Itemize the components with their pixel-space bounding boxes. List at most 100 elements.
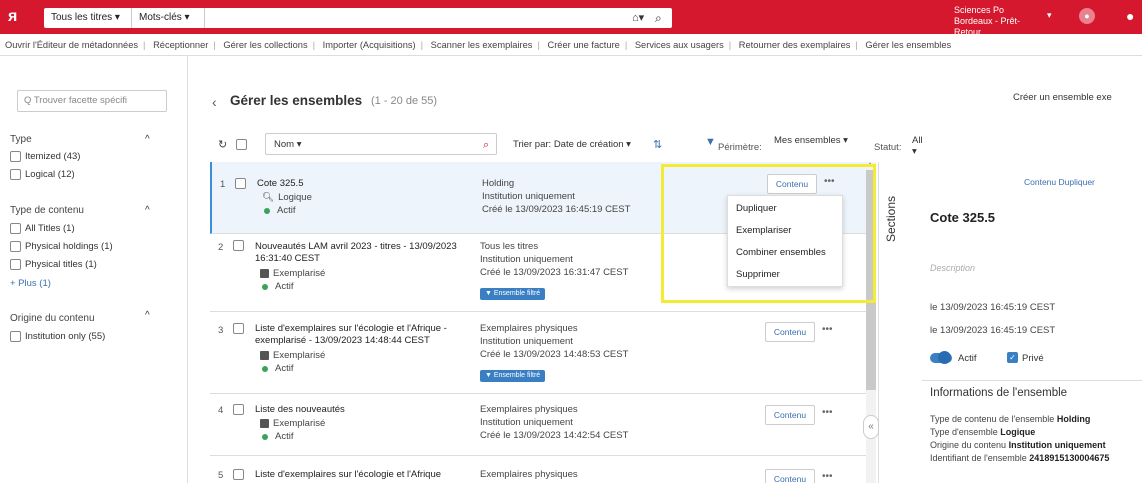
row-checkbox[interactable] bbox=[233, 469, 244, 480]
collapse-pane-icon[interactable]: « bbox=[863, 415, 879, 439]
set-name-link[interactable]: Nouveautés LAM avril 2023 - titres - 13/… bbox=[255, 241, 460, 265]
status-dropdown[interactable]: All ▾ bbox=[912, 135, 923, 157]
user-icon[interactable]: ● bbox=[1126, 8, 1134, 24]
content-button[interactable]: Contenu bbox=[765, 469, 815, 483]
filter-icon[interactable]: ▼ bbox=[705, 136, 716, 148]
chevron-down-icon[interactable]: ▾ bbox=[1047, 10, 1052, 21]
facet-item[interactable]: Logical (12) bbox=[10, 169, 75, 180]
itemized-icon bbox=[260, 419, 269, 428]
facet-group-type[interactable]: Type bbox=[10, 134, 32, 145]
set-name-link[interactable]: Liste d'exemplaires sur l'écologie et l'… bbox=[255, 323, 460, 347]
filtered-set-badge: ▼ Ensemble filtré bbox=[480, 370, 546, 382]
row-number: 3 bbox=[218, 325, 224, 336]
search-icon[interactable]: ⌕ bbox=[655, 8, 662, 28]
detail-actions[interactable]: Contenu Dupliquer bbox=[1024, 177, 1095, 187]
scope-dropdown[interactable]: Mes ensembles ▾ bbox=[774, 135, 848, 146]
set-origin: Institution uniquement bbox=[482, 191, 575, 202]
more-actions-icon[interactable]: ••• bbox=[822, 471, 833, 482]
active-toggle[interactable] bbox=[930, 351, 952, 364]
set-type-label: Exemplarisé bbox=[273, 418, 326, 429]
name-field-dropdown[interactable]: Nom ▾ bbox=[274, 139, 301, 150]
name-search-input[interactable]: Nom ▾ bbox=[265, 133, 497, 155]
content-button[interactable]: Contenu bbox=[765, 322, 815, 342]
row-checkbox[interactable] bbox=[235, 178, 246, 189]
more-actions-icon[interactable]: ••• bbox=[822, 324, 833, 335]
facet-item[interactable]: Itemized (43) bbox=[10, 151, 80, 162]
info-set-type: Type d'ensemble Logique bbox=[930, 427, 1035, 437]
facet-item[interactable]: Physical titles (1) bbox=[10, 259, 97, 270]
private-checkbox[interactable]: ✓ bbox=[1007, 352, 1018, 363]
set-name-link[interactable]: Liste des nouveautés bbox=[255, 404, 460, 416]
set-status: Actif bbox=[260, 431, 293, 442]
checkbox[interactable] bbox=[10, 151, 21, 162]
set-origin: Institution uniquement bbox=[480, 417, 573, 428]
table-row[interactable]: 5 Liste d'exemplaires sur l'écologie et … bbox=[210, 456, 866, 483]
set-name-link[interactable]: Liste d'exemplaires sur l'écologie et l'… bbox=[255, 469, 460, 481]
search-scope-dropdown[interactable]: Tous les titres ▾ bbox=[44, 8, 132, 28]
search-icon: 🔍︎ bbox=[262, 192, 275, 203]
status-dot-icon bbox=[264, 207, 270, 214]
table-row[interactable]: 3 Liste d'exemplaires sur l'écologie et … bbox=[210, 312, 866, 394]
facet-label: Physical titles (1) bbox=[25, 259, 97, 270]
sort-dropdown[interactable]: Trier par: Date de création ▾ bbox=[513, 139, 631, 150]
sections-tab[interactable]: Sections bbox=[884, 196, 898, 242]
row-number: 2 bbox=[218, 242, 224, 253]
set-content-type: Exemplaires physiques bbox=[480, 469, 578, 480]
checkbox[interactable] bbox=[10, 169, 21, 180]
row-checkbox[interactable] bbox=[233, 240, 244, 251]
search-icon[interactable]: ⌕ bbox=[483, 139, 489, 152]
scope-label: Périmètre: bbox=[718, 142, 762, 153]
info-label: Type de contenu de l'ensemble bbox=[930, 414, 1055, 424]
back-icon[interactable]: ‹ bbox=[212, 94, 217, 110]
row-checkbox[interactable] bbox=[233, 404, 244, 415]
facet-group-origin[interactable]: Origine du contenu bbox=[10, 313, 95, 324]
facet-more-link[interactable]: + Plus (1) bbox=[10, 278, 51, 289]
list-toolbar: ↻ Nom ▾ ⌕ Trier par: Date de création ▾ … bbox=[210, 128, 923, 158]
search-box[interactable]: Tous les titres ▾ Mots-clés ▾ ⌂▾ ⌕ bbox=[44, 8, 672, 28]
home-icon[interactable]: ⌂▾ bbox=[632, 8, 644, 28]
more-actions-icon[interactable]: ••• bbox=[822, 407, 833, 418]
facet-search-input[interactable]: Q Trouver facette spécifi bbox=[17, 90, 167, 112]
result-count: (1 - 20 de 55) bbox=[371, 95, 438, 107]
facet-item[interactable]: Physical holdings (1) bbox=[10, 241, 113, 252]
row-checkbox[interactable] bbox=[233, 323, 244, 334]
row-number: 1 bbox=[220, 179, 226, 190]
chevron-up-icon[interactable]: ^ bbox=[145, 310, 150, 321]
search-field-dropdown[interactable]: Mots-clés ▾ bbox=[132, 8, 205, 28]
link-patron-services[interactable]: Services aux usagers bbox=[635, 40, 724, 50]
create-set-button[interactable]: Créer un ensemble exe bbox=[1013, 92, 1112, 103]
set-origin: Institution uniquement bbox=[480, 336, 573, 347]
set-name-link[interactable]: Cote 325.5 bbox=[257, 178, 462, 190]
link-create-invoice[interactable]: Créer une facture bbox=[547, 40, 619, 50]
link-manage-sets[interactable]: Gérer les ensembles bbox=[865, 40, 951, 50]
notification-icon[interactable]: ● bbox=[1079, 8, 1095, 24]
facet-item[interactable]: All Titles (1) bbox=[10, 223, 75, 234]
table-row[interactable]: 4 Liste des nouveautés Exemplarisé Actif… bbox=[210, 394, 866, 456]
checkbox[interactable] bbox=[10, 223, 21, 234]
link-receive[interactable]: Réceptionner bbox=[153, 40, 208, 50]
link-metadata-editor[interactable]: Ouvrir l'Éditeur de métadonnées bbox=[5, 40, 138, 50]
link-return-items[interactable]: Retourner des exemplaires bbox=[739, 40, 851, 50]
alma-logo-icon[interactable]: ᴙ bbox=[8, 8, 26, 26]
content-button[interactable]: Contenu bbox=[765, 405, 815, 425]
detail-title: Cote 325.5 bbox=[930, 210, 996, 225]
facet-item[interactable]: Institution only (55) bbox=[10, 331, 105, 342]
chevron-up-icon[interactable]: ^ bbox=[145, 134, 150, 145]
info-value: 2418915130004675 bbox=[1029, 453, 1110, 463]
detail-description[interactable]: Description bbox=[930, 263, 975, 273]
info-label: Identifiant de l'ensemble bbox=[930, 453, 1027, 463]
facet-group-content-type[interactable]: Type de contenu bbox=[10, 205, 84, 216]
set-status-label: Actif bbox=[275, 431, 294, 442]
sort-order-icon[interactable]: ⇅ bbox=[653, 138, 662, 151]
checkbox[interactable] bbox=[10, 259, 21, 270]
info-value: Institution uniquement bbox=[1008, 440, 1106, 450]
checkbox[interactable] bbox=[10, 241, 21, 252]
checkbox[interactable] bbox=[10, 331, 21, 342]
select-all-checkbox[interactable] bbox=[236, 139, 247, 150]
refresh-icon[interactable]: ↻ bbox=[218, 138, 227, 151]
link-scan-items[interactable]: Scanner les exemplaires bbox=[431, 40, 533, 50]
info-content-type: Type de contenu de l'ensemble Holding bbox=[930, 414, 1090, 424]
link-manage-collections[interactable]: Gérer les collections bbox=[223, 40, 307, 50]
link-import[interactable]: Importer (Acquisitions) bbox=[323, 40, 416, 50]
chevron-up-icon[interactable]: ^ bbox=[145, 205, 150, 216]
